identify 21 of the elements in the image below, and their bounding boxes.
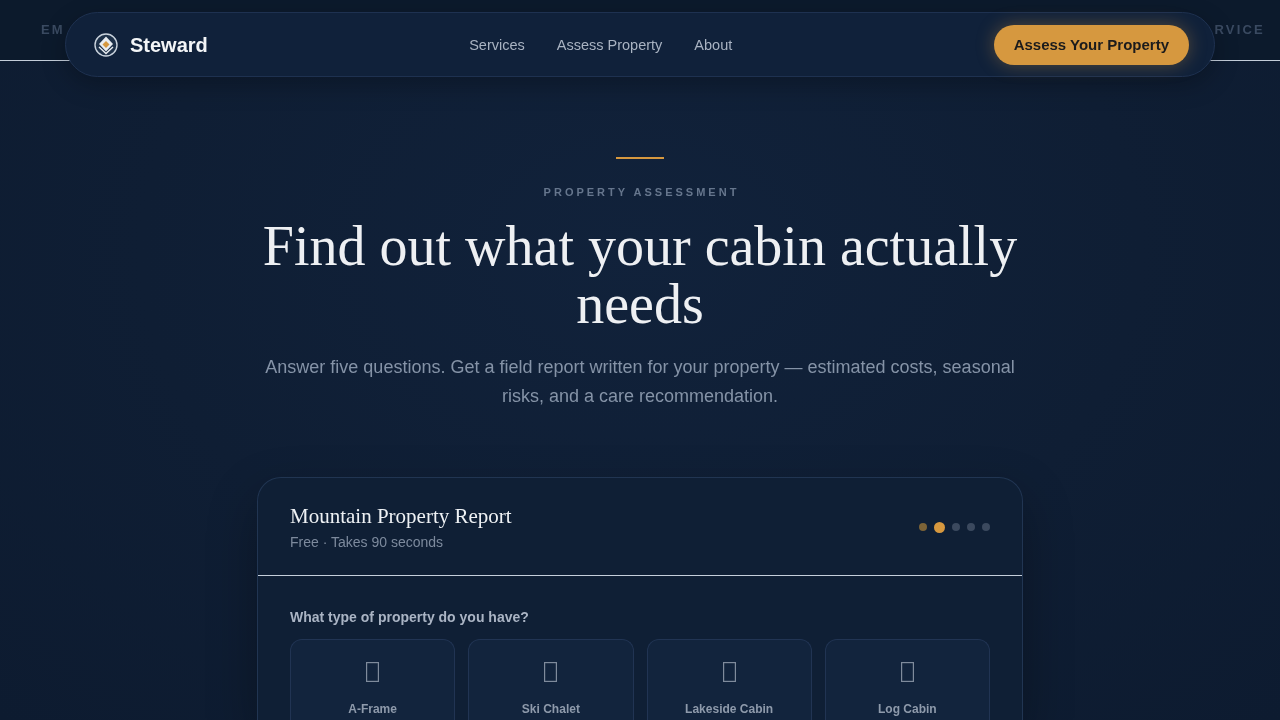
- property-type-option[interactable]: Lakeside Cabin: [646, 639, 812, 720]
- brand-name: Steward: [130, 32, 208, 57]
- accent-line: [616, 157, 664, 159]
- question-label: What type of property do you have?: [290, 608, 530, 626]
- property-type-option[interactable]: Log Cabin: [824, 639, 990, 720]
- card-title: Mountain Property Report: [290, 503, 512, 529]
- diamond-logo-icon: [94, 32, 118, 57]
- nav-link[interactable]: About: [694, 35, 733, 54]
- rectangle-outline-icon: [544, 662, 558, 682]
- hero-heading: Find out what your cabin actually needs: [261, 217, 1019, 333]
- card-subtitle: Free · Takes 90 seconds: [290, 533, 445, 551]
- property-type-option[interactable]: Ski Chalet: [468, 639, 634, 720]
- nav-link[interactable]: Services: [469, 35, 525, 54]
- eyebrow-label: PROPERTY ASSESSMENT: [542, 185, 740, 199]
- hero-description: Answer five questions. Get a field report written for your property — estimated costs, seasonal risks, and a care recommendation.: [264, 356, 1016, 408]
- rectangle-outline-icon: [722, 662, 736, 682]
- property-type-option[interactable]: A-Frame: [290, 639, 456, 720]
- rectangle-outline-icon: [366, 662, 380, 682]
- nav-link[interactable]: Assess Property: [556, 35, 663, 54]
- assess-property-button[interactable]: Assess Your Property: [993, 24, 1189, 65]
- rectangle-outline-icon: [900, 662, 914, 682]
